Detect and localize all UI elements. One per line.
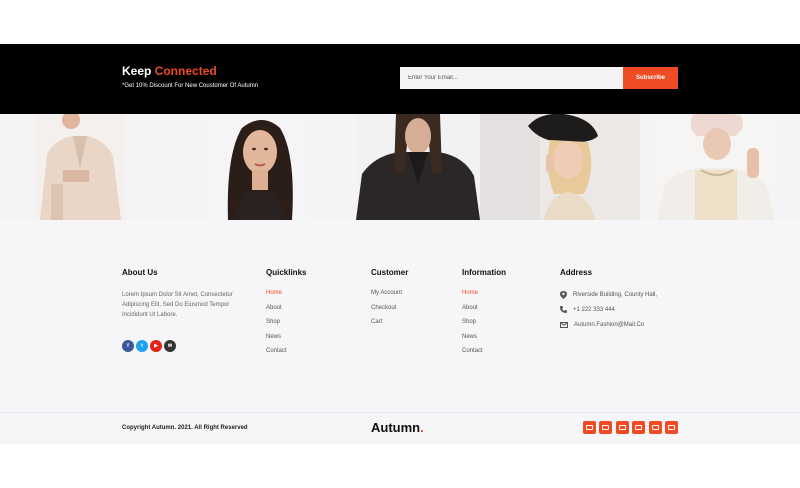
newsletter-title-connected: Connected — [154, 64, 217, 78]
about-text: Lorem Ipsum Dolor Sit Amet, Consectetur … — [122, 292, 233, 319]
newsletter-title-keep: Keep — [122, 64, 155, 78]
quicklink-about[interactable]: About — [266, 305, 306, 320]
gallery-photo-1[interactable] — [35, 114, 125, 220]
instagram-gallery — [0, 114, 800, 220]
footer-about: About Us Lorem Ipsum Dolor Sit Amet, Con… — [122, 268, 252, 352]
quicklink-contact[interactable]: Contact — [266, 348, 306, 363]
mail-icon — [560, 321, 568, 328]
gallery-photo-2[interactable] — [206, 114, 310, 220]
gallery-photo-3[interactable] — [356, 114, 480, 220]
email-icon[interactable]: ✉ — [164, 339, 176, 352]
address-email-row: Autumn.Fashion@Mail.Co — [560, 317, 657, 332]
info-link-home[interactable]: Home — [462, 290, 506, 305]
address-location-row: Riverside Building, County Hall, — [560, 287, 657, 302]
logo-text: Autumn — [371, 420, 421, 435]
newsletter-band: Keep Connected *Get 10% Discount For New… — [0, 44, 800, 114]
location-pin-icon — [560, 290, 567, 299]
phone-icon — [560, 306, 567, 313]
address-list: Riverside Building, County Hall, +1 222 … — [560, 287, 657, 332]
footer-logo[interactable]: Autumn. — [371, 420, 424, 435]
customer-link-my-account[interactable]: My Account — [371, 290, 408, 305]
twitter-icon[interactable]: t — [136, 339, 148, 352]
logo-dot: . — [420, 420, 424, 435]
card-icon — [616, 421, 629, 434]
customer-link-cart[interactable]: Cart — [371, 319, 408, 334]
footer-information: Information Home About Shop News Contact — [462, 268, 506, 363]
copyright-text: Copyright Autumn. 2021. All Right Reserv… — [122, 425, 248, 431]
card-icon — [665, 421, 678, 434]
gallery-photo-5[interactable] — [655, 114, 778, 220]
card-icon — [583, 421, 596, 434]
footer: About Us Lorem Ipsum Dolor Sit Amet, Con… — [0, 220, 800, 412]
quicklink-shop[interactable]: Shop — [266, 319, 306, 334]
address-heading: Address — [560, 268, 593, 277]
quicklink-home[interactable]: Home — [266, 290, 306, 305]
info-link-contact[interactable]: Contact — [462, 348, 506, 363]
info-link-news[interactable]: News — [462, 334, 506, 349]
customer-link-checkout[interactable]: Checkout — [371, 305, 408, 320]
facebook-icon[interactable]: f — [122, 339, 134, 352]
address-location: Riverside Building, County Hall, — [573, 291, 658, 298]
social-links: f t ▶ ✉ — [122, 339, 252, 352]
newsletter-title: Keep Connected — [122, 64, 217, 78]
footer-customer: Customer My Account Checkout Cart — [371, 268, 408, 334]
info-link-about[interactable]: About — [462, 305, 506, 320]
card-icon — [599, 421, 612, 434]
information-heading: Information — [462, 268, 506, 277]
subscribe-button[interactable]: Subscribe — [623, 67, 678, 89]
footer-quicklinks: Quicklinks Home About Shop News Contact — [266, 268, 306, 363]
quicklink-news[interactable]: News — [266, 334, 306, 349]
gallery-photo-4[interactable] — [480, 114, 640, 220]
bottom-bar: Copyright Autumn. 2021. All Right Reserv… — [0, 412, 800, 444]
email-input[interactable] — [400, 67, 623, 89]
card-icon — [649, 421, 662, 434]
card-icon — [632, 421, 645, 434]
page: Keep Connected *Get 10% Discount For New… — [0, 0, 800, 488]
quicklinks-heading: Quicklinks — [266, 268, 307, 277]
address-email[interactable]: Autumn.Fashion@Mail.Co — [574, 322, 644, 328]
youtube-icon[interactable]: ▶ — [150, 339, 162, 352]
customer-heading: Customer — [371, 268, 409, 277]
footer-address: Address Riverside Building, County Hall,… — [560, 268, 657, 332]
newsletter-subtitle: *Get 10% Discount For New Coustomer Of A… — [122, 83, 259, 89]
info-link-shop[interactable]: Shop — [462, 319, 506, 334]
address-phone-row: +1 222 333 444 — [560, 302, 657, 317]
address-phone[interactable]: +1 222 333 444 — [573, 307, 615, 313]
about-heading: About Us — [122, 268, 158, 277]
